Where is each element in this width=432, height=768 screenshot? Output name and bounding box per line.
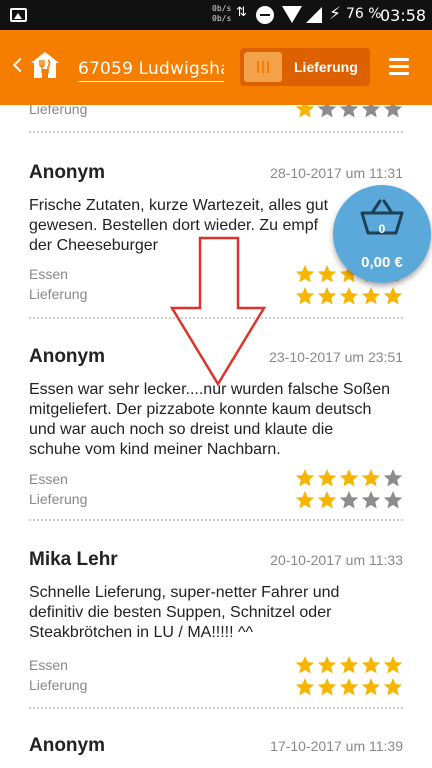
star-filled-icon	[361, 655, 381, 675]
food-star-rating	[293, 655, 403, 675]
delivery-star-rating	[293, 286, 403, 306]
review-item: Anonym 23-10-2017 um 23:51 Essen war seh…	[29, 346, 403, 516]
star-filled-icon	[383, 286, 403, 306]
clock: 03:58	[380, 6, 427, 25]
divider	[29, 707, 403, 709]
star-filled-icon	[361, 286, 381, 306]
review-date: 28-10-2017 um 11:31	[270, 165, 403, 181]
chevron-left-icon[interactable]	[12, 57, 28, 73]
wifi-icon	[282, 6, 302, 23]
review-date: 17-10-2017 um 11:39	[270, 738, 403, 754]
star-filled-icon	[339, 286, 359, 306]
review-text-line: mitgeliefert. Der pizzabote konnte kaum …	[29, 401, 372, 418]
reviewer-name: Mika Lehr	[29, 549, 118, 570]
cart-button[interactable]: 0 0,00 €	[333, 185, 431, 283]
star-filled-icon	[295, 286, 315, 306]
star-filled-icon	[295, 468, 315, 488]
star-empty-icon	[361, 490, 381, 510]
star-filled-icon	[317, 677, 337, 697]
review-text: Schnelle Lieferung, super-netter Fahrer …	[29, 583, 403, 643]
battery-level: 76 %	[346, 6, 382, 22]
rating-label-delivery: Lieferung	[29, 105, 88, 117]
gallery-notification-icon	[10, 8, 27, 22]
cart-item-count: 0	[378, 222, 386, 236]
net-speed-down: 0b/s	[212, 14, 232, 23]
app-screen: 0b/s 0b/s ⇅ ⚡ 76 % 03:58 67059 Ludwigsha…	[0, 0, 432, 768]
food-star-rating	[293, 468, 403, 488]
review-text-line: schuhe vom kind meiner Nachbarn.	[29, 441, 281, 458]
star-empty-icon	[383, 490, 403, 510]
star-empty-icon	[383, 105, 403, 119]
review-item: Mika Lehr 20-10-2017 um 11:33 Schnelle L…	[29, 549, 403, 699]
data-transfer-icon: ⇅	[236, 5, 247, 20]
review-date: 23-10-2017 um 23:51	[269, 349, 403, 365]
star-filled-icon	[295, 264, 315, 284]
delivery-star-rating	[293, 677, 403, 697]
toggle-knob[interactable]	[244, 52, 282, 82]
app-bar: 67059 Ludwigsha... Lieferung	[0, 30, 432, 105]
rating-label-food: Essen	[29, 471, 68, 487]
reviewer-name: Anonym	[29, 346, 105, 367]
star-filled-icon	[317, 468, 337, 488]
net-speed-up: 0b/s	[212, 4, 232, 13]
cart-total: 0,00 €	[361, 254, 403, 271]
star-filled-icon	[295, 677, 315, 697]
star-filled-icon	[317, 490, 337, 510]
star-filled-icon	[295, 655, 315, 675]
star-filled-icon	[317, 286, 337, 306]
reviewer-name: Anonym	[29, 735, 105, 756]
review-text-line: Schnelle Lieferung, super-netter Fahrer …	[29, 584, 340, 601]
rating-label-delivery: Lieferung	[29, 286, 88, 302]
delivery-address-link[interactable]: 67059 Ludwigsha...	[78, 59, 224, 82]
star-empty-icon	[361, 105, 381, 119]
charging-icon: ⚡	[329, 4, 341, 24]
star-filled-icon	[361, 677, 381, 697]
star-empty-icon	[317, 105, 337, 119]
delivery-mode-label: Lieferung	[294, 59, 358, 75]
divider	[29, 131, 403, 133]
star-filled-icon	[317, 655, 337, 675]
hamburger-menu-icon[interactable]	[389, 58, 409, 76]
status-bar: 0b/s 0b/s ⇅ ⚡ 76 % 03:58	[0, 0, 432, 30]
review-text-line: und war auch noch so dreist und klaute d…	[29, 421, 334, 438]
delivery-mode-toggle[interactable]: Lieferung	[240, 48, 370, 86]
review-text: Essen war sehr lecker....nur wurden fals…	[29, 380, 403, 460]
restaurant-logo-icon[interactable]	[29, 50, 61, 80]
star-rating	[293, 105, 403, 119]
star-filled-icon	[295, 105, 315, 119]
star-filled-icon	[339, 677, 359, 697]
star-empty-icon	[339, 105, 359, 119]
star-filled-icon	[383, 655, 403, 675]
review-date: 20-10-2017 um 11:33	[270, 552, 403, 568]
star-filled-icon	[339, 655, 359, 675]
divider	[29, 317, 403, 319]
divider	[29, 519, 403, 521]
star-filled-icon	[339, 468, 359, 488]
delivery-star-rating	[293, 490, 403, 510]
star-empty-icon	[339, 490, 359, 510]
review-item: Anonym 17-10-2017 um 11:39	[29, 735, 403, 768]
review-text-line: Essen war sehr lecker....nur wurden fals…	[29, 381, 391, 398]
rating-label-delivery: Lieferung	[29, 677, 88, 693]
cell-signal-icon	[306, 7, 322, 23]
do-not-disturb-icon	[256, 6, 274, 24]
review-text-line: definitiv die besten Suppen, Schnitzel o…	[29, 604, 332, 621]
review-text-line: Steakbrötchen in LU / MA!!!!! ^^	[29, 624, 253, 641]
star-filled-icon	[295, 490, 315, 510]
star-empty-icon	[383, 468, 403, 488]
star-filled-icon	[361, 468, 381, 488]
reviewer-name: Anonym	[29, 162, 105, 183]
rating-label-food: Essen	[29, 266, 68, 282]
network-speed: 0b/s 0b/s	[212, 4, 231, 24]
rating-label-delivery: Lieferung	[29, 491, 88, 507]
rating-label-food: Essen	[29, 657, 68, 673]
star-filled-icon	[383, 677, 403, 697]
review-partial: Lieferung	[29, 105, 403, 129]
